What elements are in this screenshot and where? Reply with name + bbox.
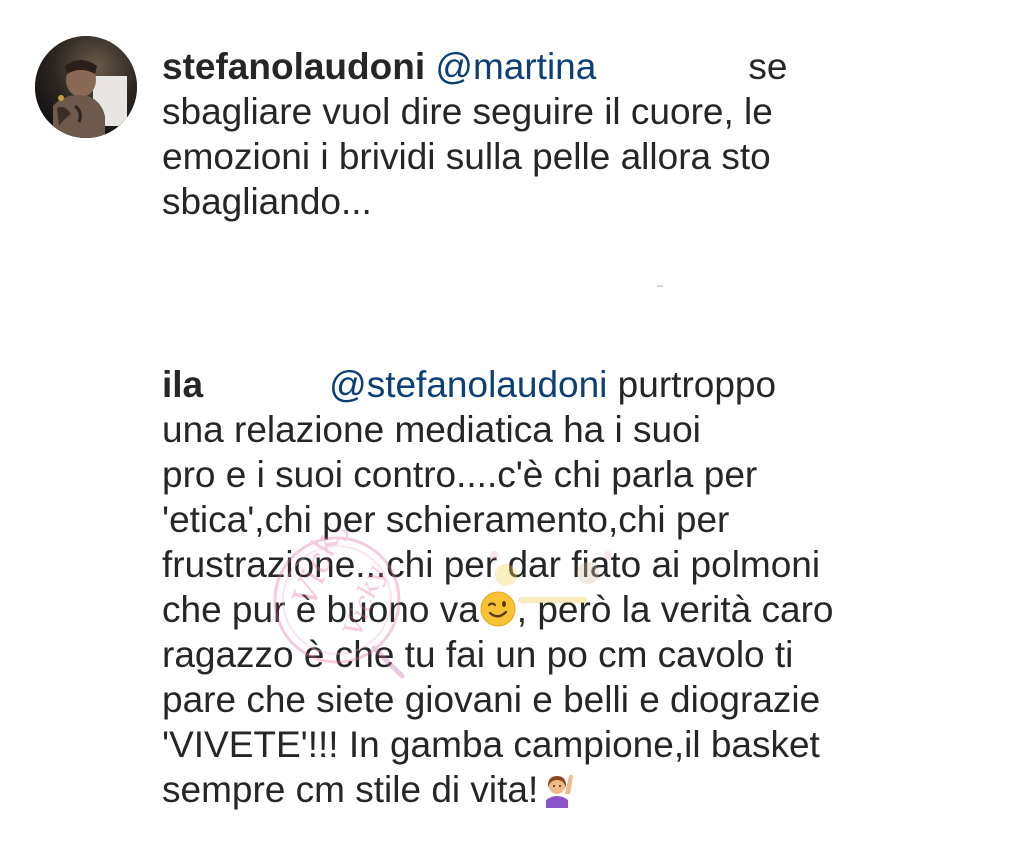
- comment-text-segment: , però la verità caro: [516, 589, 834, 630]
- comment-text-segment: purtroppo: [607, 364, 777, 405]
- comment-line: che pur è buono va , però la verità caro: [162, 587, 842, 632]
- comment-line: ragazzo è che tu fai un po cm cavolo ti: [162, 634, 794, 675]
- comment-text-segment: che pur è buono va: [162, 589, 479, 630]
- comment-line: sbagliare vuol dire seguire il cuore, le: [162, 91, 773, 132]
- comment-line: pare che siete giovani e belli e diograz…: [162, 679, 821, 720]
- comment-mention[interactable]: @stefanolaudoni: [329, 364, 607, 405]
- comment-line: emozioni i brividi sulla pelle allora st…: [162, 136, 771, 177]
- divider-speck: [657, 285, 663, 287]
- comment-line: sbagliando...: [162, 181, 372, 222]
- woman-raising-hand-icon: [546, 774, 574, 808]
- comment-line: 'VIVETE'!!! In gamba campione,il basket: [162, 724, 820, 765]
- comment-username[interactable]: stefanolaudoni: [162, 46, 425, 87]
- comment-line: sempre cm stile di vita!: [162, 767, 842, 812]
- comment-line: 'etica',chi per schieramento,chi per: [162, 499, 730, 540]
- comment-line: stefanolaudoni @martina se: [162, 44, 842, 89]
- comment-line: ila @stefanolaudoni purtroppo: [162, 362, 842, 407]
- avatar[interactable]: [35, 36, 137, 138]
- comment-text: stefanolaudoni @martina se sbagliare vuol…: [162, 44, 842, 224]
- winking-face-icon: [480, 591, 516, 627]
- comment-line: una relazione mediatica ha i suoi: [162, 409, 701, 450]
- avatar-photo-icon: [35, 36, 137, 138]
- comment-line: pro e i suoi contro....c'è chi parla per: [162, 454, 758, 495]
- comment-line: frustrazione...chi per dar fiato ai polm…: [162, 544, 821, 585]
- comment-text-segment: sempre cm stile di vita!: [162, 769, 539, 810]
- comment-text-segment: se: [748, 46, 788, 87]
- comment-username[interactable]: ila: [162, 364, 203, 405]
- comment-mention[interactable]: @martina: [435, 46, 596, 87]
- comment-text: ila @stefanolaudoni purtroppo una relazio…: [162, 362, 842, 812]
